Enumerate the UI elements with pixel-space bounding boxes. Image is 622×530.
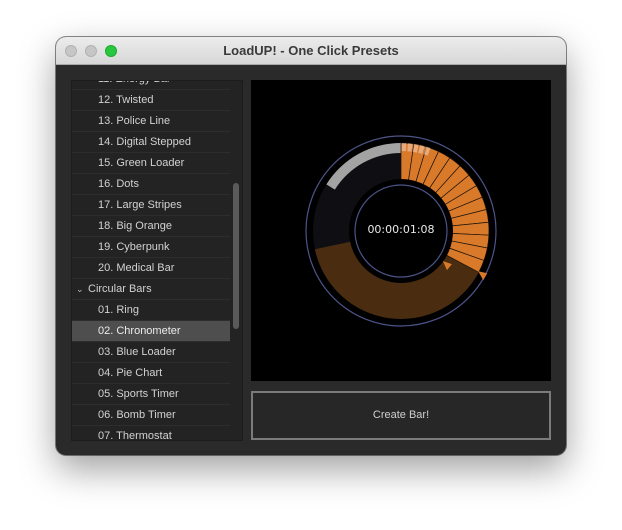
- preset-item[interactable]: 01. Ring: [72, 300, 230, 321]
- window-title: LoadUP! - One Click Presets: [223, 43, 399, 58]
- preset-label: 03. Blue Loader: [98, 346, 176, 358]
- preset-item[interactable]: 06. Bomb Timer: [72, 405, 230, 426]
- preset-item[interactable]: 13. Police Line: [72, 111, 230, 132]
- category-label: Circular Bars: [88, 283, 152, 295]
- preset-label: 19. Cyberpunk: [98, 241, 170, 253]
- dial-tick-highlight: [401, 143, 407, 152]
- preset-item[interactable]: 15. Green Loader: [72, 153, 230, 174]
- preset-label: 04. Pie Chart: [98, 367, 163, 379]
- preset-item[interactable]: 20. Medical Bar: [72, 258, 230, 279]
- preset-item[interactable]: 16. Dots: [72, 174, 230, 195]
- preset-label: 05. Sports Timer: [98, 388, 179, 400]
- preset-item[interactable]: 14. Digital Stepped: [72, 132, 230, 153]
- preview-panel: 00:00:01:08: [251, 80, 551, 381]
- preset-label: 07. Thermostat: [98, 430, 172, 441]
- preset-label: 14. Digital Stepped: [98, 136, 191, 148]
- preset-item[interactable]: 11. Energy Bar: [72, 81, 230, 90]
- scrollbar-thumb[interactable]: [233, 183, 239, 329]
- preset-label: 06. Bomb Timer: [98, 409, 176, 421]
- preset-label: 20. Medical Bar: [98, 262, 175, 274]
- preset-item[interactable]: 04. Pie Chart: [72, 363, 230, 384]
- preset-label: 02. Chronometer: [98, 325, 181, 337]
- preset-label: 01. Ring: [98, 304, 139, 316]
- preset-label: 13. Police Line: [98, 115, 171, 127]
- scrollbar-track[interactable]: [232, 81, 241, 440]
- preset-label: 17. Large Stripes: [98, 199, 182, 211]
- preset-label: 15. Green Loader: [98, 157, 185, 169]
- preset-item[interactable]: 18. Big Orange: [72, 216, 230, 237]
- app-window: LoadUP! - One Click Presets 11. Energy B…: [56, 37, 566, 455]
- category-circular-bars[interactable]: ⌄ Circular Bars: [72, 279, 230, 300]
- preset-item-selected[interactable]: 02. Chronometer: [72, 321, 230, 342]
- preset-item[interactable]: 12. Twisted: [72, 90, 230, 111]
- preset-list-content: 11. Energy Bar 12. Twisted 13. Police Line…: [72, 81, 230, 441]
- title-bar: LoadUP! - One Click Presets: [56, 37, 566, 65]
- preset-item[interactable]: 03. Blue Loader: [72, 342, 230, 363]
- preset-label: 16. Dots: [98, 178, 139, 190]
- preset-item[interactable]: 05. Sports Timer: [72, 384, 230, 405]
- preset-list[interactable]: 11. Energy Bar 12. Twisted 13. Police Line…: [71, 80, 243, 441]
- preset-label: 11. Energy Bar: [98, 81, 171, 85]
- preset-item[interactable]: 07. Thermostat: [72, 426, 230, 441]
- preset-label: 18. Big Orange: [98, 220, 172, 232]
- chevron-down-icon: ⌄: [76, 284, 84, 294]
- create-bar-button[interactable]: Create Bar!: [251, 391, 551, 440]
- preview-timecode: 00:00:01:08: [367, 223, 435, 236]
- preset-item[interactable]: 19. Cyberpunk: [72, 237, 230, 258]
- preset-label: 12. Twisted: [98, 94, 154, 106]
- preset-item[interactable]: 17. Large Stripes: [72, 195, 230, 216]
